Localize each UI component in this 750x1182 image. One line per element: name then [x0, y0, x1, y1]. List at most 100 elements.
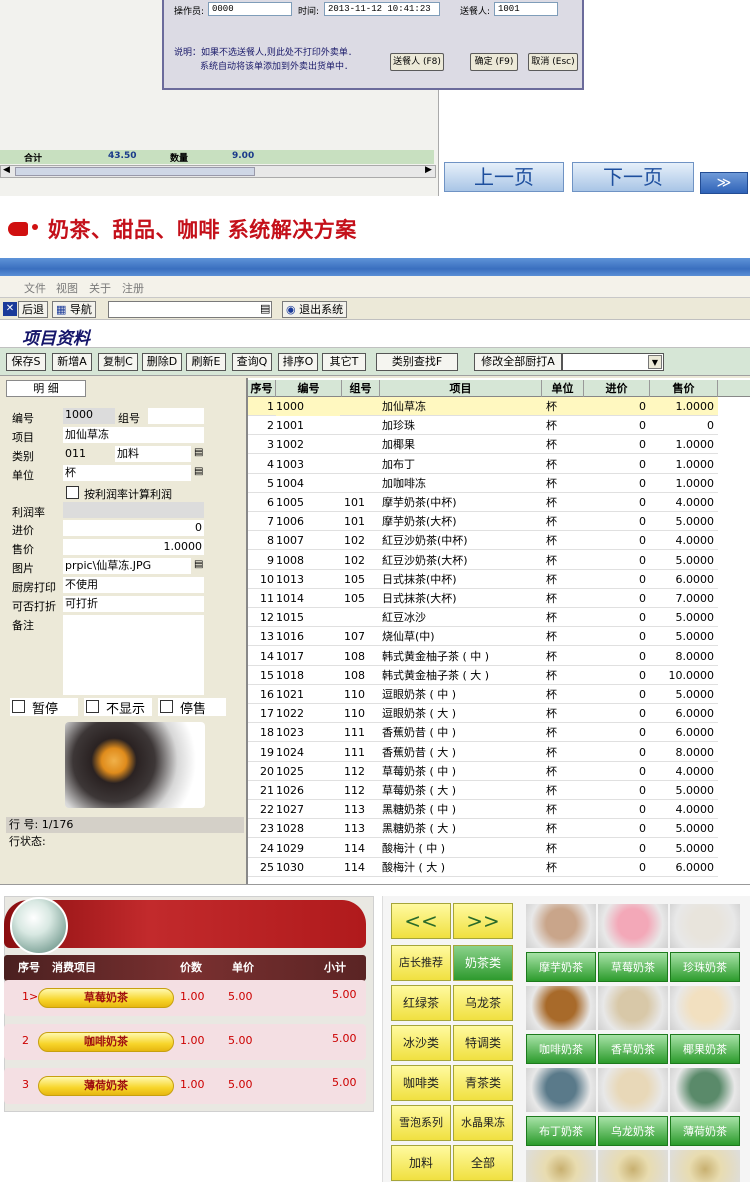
- group-field[interactable]: [148, 408, 204, 424]
- category-search-button[interactable]: 类别查找F: [376, 353, 458, 371]
- ok-button[interactable]: 确定 (F9): [470, 53, 518, 71]
- item-field[interactable]: 加仙草冻: [63, 427, 204, 443]
- category-button[interactable]: 加料: [391, 1145, 451, 1181]
- grid-row[interactable]: 24 1029 114 酸梅汁 ( 中 ) 杯 0 5.0000: [248, 839, 718, 858]
- grid-row[interactable]: 9 1008 102 紅豆沙奶茶(大杯) 杯 0 5.0000: [248, 551, 718, 570]
- menu-file[interactable]: 文件: [24, 280, 46, 296]
- time-field[interactable]: 2013-11-12 10:41:23: [324, 2, 440, 16]
- grid-row[interactable]: 5 1004 加咖啡冻 杯 0 1.0000: [248, 474, 718, 493]
- grid-row[interactable]: 2 1001 加珍珠 杯 0 0: [248, 416, 718, 436]
- category-button[interactable]: 雪泡系列: [391, 1105, 451, 1141]
- grid-row[interactable]: 13 1016 107 烧仙草(中) 杯 0 5.0000: [248, 627, 718, 647]
- scroll-thumb[interactable]: [15, 167, 255, 176]
- horizontal-scrollbar[interactable]: ◀ ▶: [0, 165, 436, 178]
- grid-row[interactable]: 1 1000 加仙草冻 杯 0 1.0000: [248, 397, 718, 416]
- grid-row[interactable]: 16 1021 110 逗眼奶茶 ( 中 ) 杯 0 5.0000: [248, 685, 718, 704]
- close-icon[interactable]: ✕: [3, 302, 17, 316]
- category-button[interactable]: 冰沙类: [391, 1025, 451, 1061]
- grid-row[interactable]: 25 1030 114 酸梅汁 ( 大 ) 杯 0 6.0000: [248, 858, 718, 877]
- stop-checkbox[interactable]: [160, 700, 173, 713]
- copy-button[interactable]: 复制C: [98, 353, 138, 371]
- profit-checkbox[interactable]: [66, 486, 79, 499]
- price-field[interactable]: 1.0000: [63, 539, 204, 555]
- product-tile[interactable]: 乌龙奶茶: [598, 1068, 668, 1148]
- col-header-item[interactable]: 项目: [380, 380, 542, 397]
- modify-print-button[interactable]: 修改全部厨打A: [474, 353, 562, 371]
- type-name-field[interactable]: 加料: [115, 446, 191, 462]
- menu-about[interactable]: 关于: [89, 280, 111, 296]
- order-row[interactable]: 2 咖啡奶茶 1.00 5.00 5.00: [4, 1024, 366, 1060]
- col-header-unit[interactable]: 单位: [542, 380, 584, 397]
- query-button[interactable]: 查询Q: [232, 353, 272, 371]
- grid-scroll-area[interactable]: [718, 397, 750, 884]
- input-dropdown-icon[interactable]: ▤: [260, 302, 270, 315]
- grid-row[interactable]: 3 1002 加椰果 杯 0 1.0000: [248, 435, 718, 455]
- category-button[interactable]: 水晶果冻: [453, 1105, 513, 1141]
- margin-field[interactable]: [63, 502, 204, 518]
- type-code-field[interactable]: 011: [63, 446, 115, 462]
- category-button[interactable]: 奶茶类: [453, 945, 513, 981]
- next-page-button[interactable]: 下一页: [572, 162, 694, 192]
- delete-button[interactable]: 删除D: [142, 353, 182, 371]
- pause-option[interactable]: 暂停: [10, 698, 78, 717]
- code-field[interactable]: 1000: [63, 408, 115, 424]
- chevron-down-icon[interactable]: ▼: [648, 355, 662, 369]
- tab-detail[interactable]: 明 细: [6, 380, 86, 397]
- grid-row[interactable]: 23 1028 113 黑糖奶茶 ( 大 ) 杯 0 5.0000: [248, 819, 718, 839]
- menu-view[interactable]: 视图: [56, 280, 78, 296]
- order-item[interactable]: 薄荷奶茶: [38, 1076, 174, 1096]
- product-tile[interactable]: 摩芋奶茶: [526, 904, 596, 984]
- col-header-price[interactable]: 售价: [650, 380, 718, 397]
- scroll-right-icon[interactable]: ▶: [425, 165, 432, 175]
- menu-register[interactable]: 注册: [122, 280, 144, 296]
- grid-row[interactable]: 14 1017 108 韩式黄金柚子茶 ( 中 ) 杯 0 8.0000: [248, 647, 718, 666]
- unit-lookup-icon[interactable]: ▤: [194, 466, 203, 477]
- discount-field[interactable]: 可打折: [63, 596, 204, 612]
- product-tile[interactable]: 椰果奶茶: [670, 986, 740, 1066]
- col-header-cost[interactable]: 进价: [584, 380, 650, 397]
- grid-row[interactable]: 8 1007 102 紅豆沙奶茶(中杯) 杯 0 4.0000: [248, 531, 718, 551]
- scroll-left-icon[interactable]: ◀: [3, 165, 10, 175]
- prev-page-button[interactable]: 上一页: [444, 162, 564, 192]
- category-next-button[interactable]: >>: [453, 903, 513, 939]
- save-button[interactable]: 保存S: [6, 353, 46, 371]
- other-button[interactable]: 其它T: [322, 353, 366, 371]
- grid-row[interactable]: 15 1018 108 韩式黄金柚子茶 ( 大 ) 杯 0 10.0000: [248, 666, 718, 685]
- unit-field[interactable]: 杯: [63, 465, 191, 481]
- kitchen-field[interactable]: 不使用: [63, 577, 204, 593]
- remark-field[interactable]: [63, 615, 204, 695]
- exit-button[interactable]: ◉ 退出系统: [282, 301, 348, 318]
- type-lookup-icon[interactable]: ▤: [194, 447, 203, 458]
- grid-row[interactable]: 21 1026 112 草莓奶茶 ( 大 ) 杯 0 5.0000: [248, 781, 718, 800]
- category-button[interactable]: 全部: [453, 1145, 513, 1181]
- grid-row[interactable]: 22 1027 113 黑糖奶茶 ( 中 ) 杯 0 4.0000: [248, 800, 718, 820]
- category-button[interactable]: 红绿茶: [391, 985, 451, 1021]
- grid-row[interactable]: 7 1006 101 摩芋奶茶(大杯) 杯 0 5.0000: [248, 512, 718, 532]
- order-item[interactable]: 咖啡奶茶: [38, 1032, 174, 1052]
- hide-option[interactable]: 不显示: [84, 698, 152, 717]
- category-button[interactable]: 青茶类: [453, 1065, 513, 1101]
- grid-row[interactable]: 12 1015 紅豆冰沙 杯 0 5.0000: [248, 608, 718, 628]
- category-button[interactable]: 店长推荐: [391, 945, 451, 981]
- grid-row[interactable]: 6 1005 101 摩芋奶茶(中杯) 杯 0 4.0000: [248, 493, 718, 512]
- hide-checkbox[interactable]: [86, 700, 99, 713]
- grid-row[interactable]: 19 1024 111 香蕉奶昔 ( 大 ) 杯 0 8.0000: [248, 743, 718, 762]
- grid-row[interactable]: 18 1023 111 香蕉奶昔 ( 中 ) 杯 0 6.0000: [248, 723, 718, 743]
- product-tile[interactable]: 香草奶茶: [598, 986, 668, 1066]
- toolbar-input[interactable]: [108, 301, 272, 318]
- image-browse-icon[interactable]: ▤: [194, 559, 203, 570]
- image-field[interactable]: prpic\仙草冻.JPG: [63, 558, 191, 574]
- waiter-button[interactable]: 送餐人 (F8): [390, 53, 444, 71]
- product-tile[interactable]: 草莓奶茶: [598, 904, 668, 984]
- category-button[interactable]: 特调类: [453, 1025, 513, 1061]
- col-header-group[interactable]: 组号: [342, 380, 380, 397]
- cost-field[interactable]: 0: [63, 520, 204, 536]
- add-button[interactable]: 新增A: [52, 353, 92, 371]
- expand-button[interactable]: ≫: [700, 172, 748, 194]
- product-tile[interactable]: 珍珠奶茶: [670, 904, 740, 984]
- pause-checkbox[interactable]: [12, 700, 25, 713]
- grid-row[interactable]: 10 1013 105 日式抹茶(中杯) 杯 0 6.0000: [248, 570, 718, 589]
- product-tile[interactable]: 薄荷奶茶: [670, 1068, 740, 1148]
- product-tile[interactable]: 布丁奶茶: [526, 1068, 596, 1148]
- grid-row[interactable]: 11 1014 105 日式抹茶(大杯) 杯 0 7.0000: [248, 589, 718, 608]
